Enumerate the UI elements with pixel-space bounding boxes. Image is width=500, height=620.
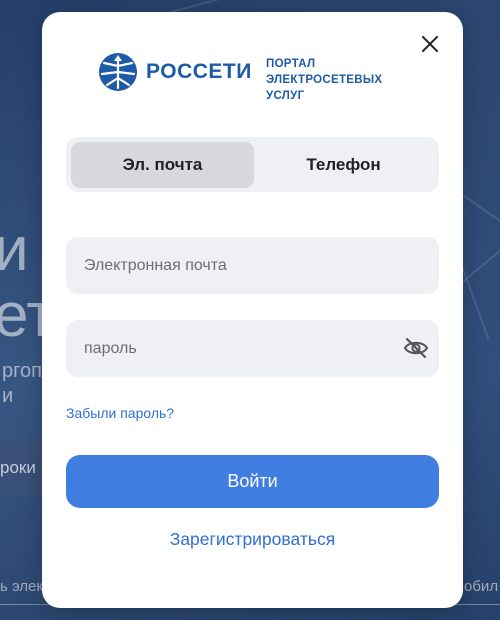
background-button: роки <box>0 440 42 496</box>
portal-title: ПОРТАЛ ЭЛЕКТРОСЕТЕВЫХ УСЛУГ <box>266 56 398 104</box>
register-link[interactable]: Зарегистрироваться <box>42 529 463 550</box>
background-footer-right: обил <box>464 578 499 595</box>
portal-title-line1: ПОРТАЛ <box>266 58 316 70</box>
close-icon[interactable] <box>418 32 442 56</box>
portal-title-line2: ЭЛЕКТРОСЕТЕВЫХ УСЛУГ <box>266 74 383 102</box>
background-subtext-line2: и <box>2 385 14 407</box>
password-field[interactable] <box>66 320 439 377</box>
tab-phone[interactable]: Телефон <box>252 142 435 188</box>
background-button-label: роки <box>0 458 36 477</box>
login-button[interactable]: Войти <box>66 455 439 508</box>
login-modal: РОССЕТИ ПОРТАЛ ЭЛЕКТРОСЕТЕВЫХ УСЛУГ Эл. … <box>42 12 463 608</box>
background-footer-left: ь элек <box>0 578 43 595</box>
background-subtext-line1: ргоп <box>2 360 42 382</box>
logo: РОССЕТИ ПОРТАЛ ЭЛЕКТРОСЕТЕВЫХ УСЛУГ <box>98 52 398 102</box>
eye-off-icon[interactable] <box>403 336 429 360</box>
password-field-container <box>66 320 439 377</box>
logo-brand: РОССЕТИ <box>146 60 252 83</box>
email-field-container <box>66 237 439 294</box>
tab-email[interactable]: Эл. почта <box>71 142 254 188</box>
login-method-tabs: Эл. почта Телефон <box>66 137 439 192</box>
background-heading-line1: и <box>0 215 29 284</box>
rosseti-logo-icon <box>99 53 137 91</box>
email-field[interactable] <box>66 237 439 294</box>
forgot-password-link[interactable]: Забыли пароль? <box>66 405 174 421</box>
